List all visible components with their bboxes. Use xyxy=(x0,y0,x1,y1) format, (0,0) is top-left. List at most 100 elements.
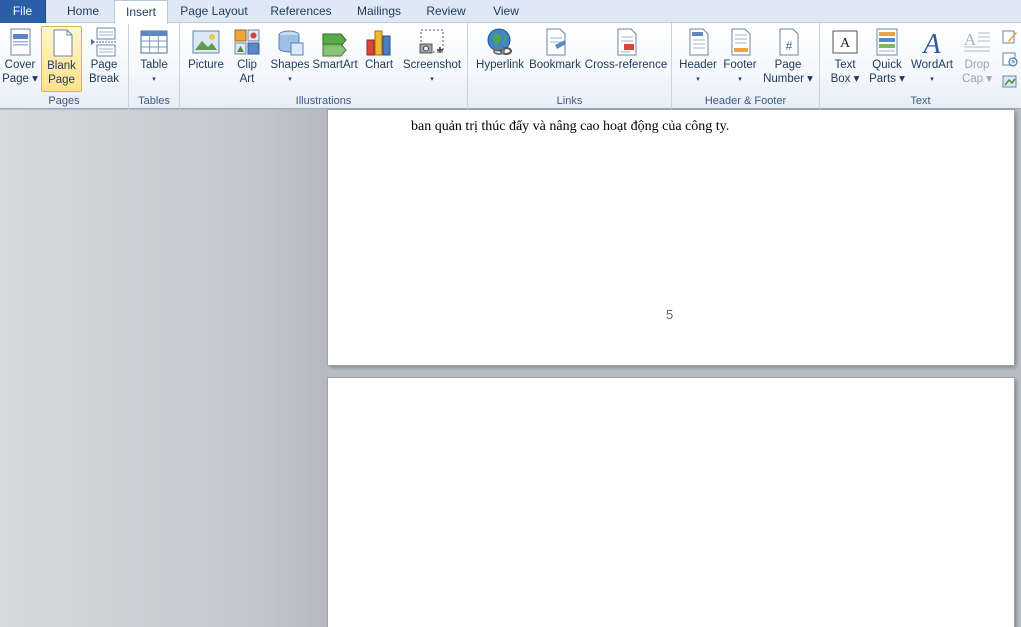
clip-art-label-1: Clip xyxy=(237,59,257,71)
date-time-icon[interactable] xyxy=(1002,51,1018,67)
page-break-icon xyxy=(91,27,116,57)
group-label-illustrations: Illustrations xyxy=(295,95,352,107)
table-dropdown-arrow: ▾ xyxy=(152,76,156,83)
svg-text:A: A xyxy=(921,29,941,58)
chart-button[interactable]: Chart xyxy=(361,26,397,72)
insert-object-icon[interactable] xyxy=(1002,73,1018,89)
quick-parts-button[interactable]: Quick Parts ▾ xyxy=(868,26,906,86)
blank-page-icon xyxy=(53,29,72,57)
page-break-button[interactable]: Page Break xyxy=(85,26,123,86)
page-number-label-1: Page xyxy=(774,59,802,71)
cross-reference-button[interactable]: Cross-reference xyxy=(584,26,668,72)
signature-line-icon[interactable] xyxy=(1002,29,1018,45)
footer-dropdown-arrow: ▾ xyxy=(738,76,742,83)
group-header-footer: Header ▾ Footer ▾ # Page Number ▾ Header… xyxy=(672,23,820,109)
header-label: Header xyxy=(679,59,717,71)
bookmark-label: Bookmark xyxy=(529,59,581,71)
group-label-pages: Pages xyxy=(48,95,80,107)
text-box-label-1: Text xyxy=(834,59,856,71)
text-box-label-2: Box ▾ xyxy=(830,73,860,85)
group-label-links: Links xyxy=(556,95,583,107)
tab-references[interactable]: References xyxy=(260,0,342,23)
document-page[interactable]: ban quản trị thúc đẩy và nâng cao hoạt đ… xyxy=(328,110,1014,365)
cross-reference-label: Cross-reference xyxy=(584,59,668,71)
quick-parts-label-1: Quick xyxy=(872,59,902,71)
wordart-dropdown-arrow: ▾ xyxy=(930,76,934,83)
screenshot-label: Screenshot xyxy=(402,59,462,71)
drop-cap-button[interactable]: A Drop Cap ▾ xyxy=(958,26,996,86)
bookmark-icon xyxy=(546,28,566,56)
group-label-header-footer: Header & Footer xyxy=(704,95,787,107)
picture-button[interactable]: Picture xyxy=(186,26,226,72)
svg-text:A: A xyxy=(840,36,851,51)
shapes-button[interactable]: Shapes ▾ xyxy=(269,26,311,86)
hyperlink-button[interactable]: Hyperlink xyxy=(474,26,526,72)
picture-icon xyxy=(192,30,220,54)
group-label-tables: Tables xyxy=(138,95,170,107)
footer-button[interactable]: Footer ▾ xyxy=(720,26,760,86)
cover-page-label-1: Cover xyxy=(4,59,36,71)
svg-text:#: # xyxy=(786,39,793,53)
footer-label: Footer xyxy=(723,59,757,71)
group-text: A Text Box ▾ Quick Parts ▾ A WordArt ▾ A… xyxy=(820,23,1021,109)
group-pages: Cover Page ▾ Blank Page Page Break Pages xyxy=(0,23,129,109)
screenshot-button[interactable]: Screenshot ▾ xyxy=(401,26,463,86)
text-box-button[interactable]: A Text Box ▾ xyxy=(824,26,866,86)
tab-view[interactable]: View xyxy=(480,0,532,23)
smartart-button[interactable]: SmartArt xyxy=(312,26,358,72)
blank-page-label-2: Page xyxy=(48,74,75,86)
hyperlink-label: Hyperlink xyxy=(476,59,524,71)
clip-art-label-2: Art xyxy=(239,73,255,85)
cover-page-icon xyxy=(10,28,31,56)
wordart-label: WordArt xyxy=(911,59,953,71)
cover-page-button[interactable]: Cover Page ▾ xyxy=(2,26,38,86)
group-illustrations: Picture Clip Art Shapes ▾ SmartArt Chart… xyxy=(180,23,468,109)
document-text-line[interactable]: ban quản trị thúc đẩy và nâng cao hoạt đ… xyxy=(411,119,729,135)
tab-page-layout[interactable]: Page Layout xyxy=(172,0,256,23)
footer-icon xyxy=(731,28,751,56)
drop-cap-icon: A xyxy=(964,30,990,52)
tab-mailings[interactable]: Mailings xyxy=(346,0,412,23)
tab-file[interactable]: File xyxy=(0,0,46,23)
header-icon xyxy=(689,28,709,56)
table-button[interactable]: Table ▾ xyxy=(135,26,173,86)
shapes-icon xyxy=(278,30,304,56)
clip-art-icon xyxy=(234,29,260,55)
quick-parts-label-2: Parts ▾ xyxy=(869,73,905,85)
text-box-icon: A xyxy=(832,30,858,54)
page-number-button[interactable]: # Page Number ▾ xyxy=(762,26,814,86)
shapes-dropdown-arrow: ▾ xyxy=(288,76,292,83)
tab-review[interactable]: Review xyxy=(416,0,476,23)
blank-page-label-1: Blank xyxy=(47,60,76,72)
wordart-icon: A xyxy=(921,29,941,58)
drop-cap-label-1: Drop xyxy=(964,59,990,71)
group-tables: Table ▾ Tables xyxy=(129,23,180,109)
page-number: 5 xyxy=(666,307,674,322)
tab-home[interactable]: Home xyxy=(56,0,110,23)
document-page-next[interactable] xyxy=(328,378,1014,627)
chart-icon xyxy=(366,30,391,56)
svg-text:A: A xyxy=(964,30,977,49)
page-number-icon: # xyxy=(779,28,799,56)
screenshot-icon xyxy=(419,29,444,54)
drop-cap-label-2: Cap ▾ xyxy=(961,73,993,85)
smartart-label: SmartArt xyxy=(312,59,358,71)
shapes-label: Shapes xyxy=(270,59,310,71)
bookmark-button[interactable]: Bookmark xyxy=(528,26,582,72)
header-button[interactable]: Header ▾ xyxy=(676,26,720,86)
cross-reference-icon xyxy=(617,28,637,56)
picture-label: Picture xyxy=(188,59,224,71)
blank-page-button[interactable]: Blank Page xyxy=(41,26,82,92)
group-label-text: Text xyxy=(910,95,931,107)
wordart-button[interactable]: A WordArt ▾ xyxy=(908,26,956,86)
header-dropdown-arrow: ▾ xyxy=(696,76,700,83)
ribbon: Cover Page ▾ Blank Page Page Break Pages… xyxy=(0,23,1021,109)
group-links: Hyperlink Bookmark Cross-reference Links xyxy=(468,23,672,109)
quick-parts-icon xyxy=(876,28,898,56)
page-break-label-1: Page xyxy=(90,59,118,71)
table-icon xyxy=(140,30,168,54)
clip-art-button[interactable]: Clip Art xyxy=(229,26,265,86)
tab-insert[interactable]: Insert xyxy=(114,0,168,24)
hyperlink-icon xyxy=(487,28,512,55)
screenshot-dropdown-arrow: ▾ xyxy=(430,76,434,83)
